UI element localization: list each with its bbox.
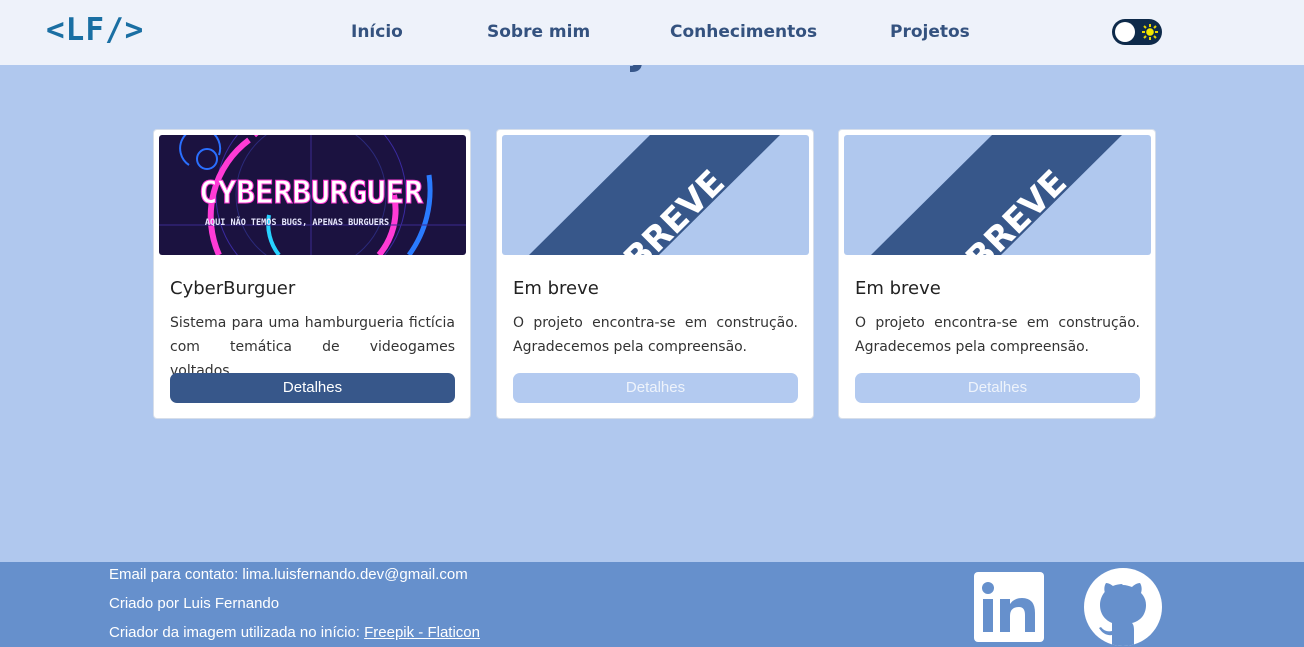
top-navbar: <LF/> Início Sobre mim Conhecimentos Pro… [0, 0, 1304, 65]
github-icon[interactable] [1084, 568, 1162, 646]
project-image-cyberburguer: CYBERBURGUER AQUI NÃO TEMOS BUGS, APENAS… [159, 135, 466, 255]
cyberburguer-slogan: AQUI NÃO TEMOS BUGS, APENAS BURGUERS [205, 217, 389, 228]
coming-soon-banner: EM BREVE [844, 135, 1151, 255]
project-card-em-breve-2: EM BREVE Em breve O projeto encontra-se … [838, 129, 1156, 419]
cyberburguer-logo-text: CYBERBURGUER [199, 175, 423, 211]
project-image-em-breve: EM BREVE [502, 135, 809, 255]
page-footer: Email para contato: lima.luisfernando.de… [0, 562, 1304, 647]
project-card-em-breve-1: EM BREVE Em breve O projeto encontra-se … [496, 129, 814, 419]
project-title: Em breve [855, 278, 941, 299]
linkedin-glyph [982, 582, 1035, 632]
theme-toggle[interactable] [1112, 19, 1162, 45]
author-credit: Criado por Luis Fernando [109, 595, 280, 612]
site-logo[interactable]: <LF/> [46, 12, 144, 48]
coming-soon-banner: EM BREVE [502, 135, 809, 255]
image-credit-link[interactable]: Freepik - Flaticon [364, 624, 480, 641]
github-glyph [1099, 583, 1146, 646]
details-button-disabled[interactable]: Detalhes [855, 373, 1140, 403]
contact-email: Email para contato: lima.luisfernando.de… [109, 566, 468, 583]
cyberburguer-banner-art: CYBERBURGUER AQUI NÃO TEMOS BUGS, APENAS… [159, 135, 466, 255]
nav-link-inicio[interactable]: Início [351, 22, 403, 42]
linkedin-icon[interactable] [974, 572, 1044, 642]
project-title: Em breve [513, 278, 599, 299]
image-credit-label: Criador da imagem utilizada no início: [109, 624, 365, 641]
project-image-em-breve: EM BREVE [844, 135, 1151, 255]
project-description: O projeto encontra-se em construção. Agr… [513, 315, 798, 355]
project-title: CyberBurguer [170, 278, 296, 299]
nav-link-projetos[interactable]: Projetos [890, 22, 970, 42]
project-description: O projeto encontra-se em construção. Agr… [855, 315, 1140, 355]
image-credit: Criador da imagem utilizada no início: F… [109, 624, 480, 641]
sun-icon [1142, 24, 1158, 40]
nav-link-sobre-mim[interactable]: Sobre mim [487, 22, 590, 42]
details-button[interactable]: Detalhes [170, 373, 455, 403]
toggle-knob [1115, 22, 1135, 42]
details-button-disabled[interactable]: Detalhes [513, 373, 798, 403]
project-card-cyberburguer: CYBERBURGUER AQUI NÃO TEMOS BUGS, APENAS… [153, 129, 471, 419]
nav-link-conhecimentos[interactable]: Conhecimentos [670, 22, 817, 42]
